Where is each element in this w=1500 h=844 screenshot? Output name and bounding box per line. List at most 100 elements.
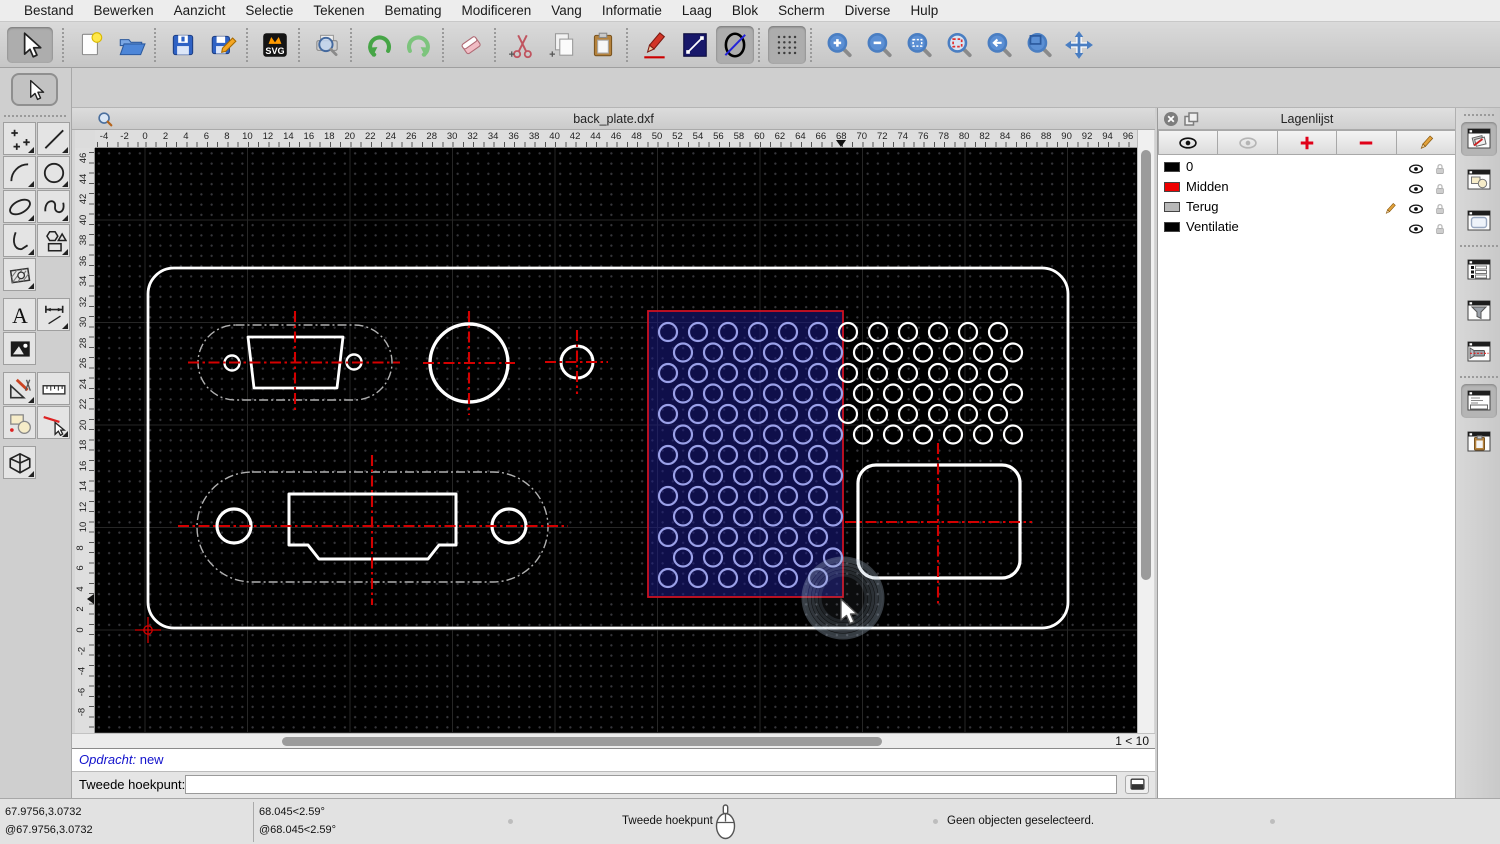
toolbar-button-eraser[interactable]	[452, 26, 490, 64]
vent-hole[interactable]	[972, 342, 994, 363]
toolbar-button-line-tool[interactable]	[676, 26, 714, 64]
drawing-canvas[interactable]	[95, 148, 1137, 733]
tool-button-draw-tools[interactable]	[3, 372, 36, 405]
tool-button-arc[interactable]	[3, 156, 36, 189]
panel-button-layer-list[interactable]	[1461, 253, 1497, 287]
menu-bewerken[interactable]: Bewerken	[84, 0, 164, 22]
menu-bestand[interactable]: Bestand	[14, 0, 84, 22]
layer-color-swatch[interactable]	[1164, 182, 1180, 192]
tool-button-image[interactable]	[3, 332, 36, 365]
vent-hole[interactable]	[927, 321, 949, 343]
menu-vang[interactable]: Vang	[541, 0, 592, 22]
layer-row-terug[interactable]: Terug	[1158, 197, 1456, 217]
tool-button-line[interactable]	[37, 122, 70, 155]
toolbar-button-save-as[interactable]	[204, 26, 242, 64]
panel-button-clipboard-panel[interactable]	[1461, 425, 1497, 459]
vent-hole[interactable]	[927, 362, 949, 384]
vent-hole[interactable]	[912, 424, 934, 445]
layer-lock-icon[interactable]	[1432, 219, 1448, 235]
layer-color-swatch[interactable]	[1164, 202, 1180, 212]
toolbar-button-ellipse-tool[interactable]	[716, 25, 754, 64]
menu-hulp[interactable]: Hulp	[900, 0, 948, 22]
menu-laag[interactable]: Laag	[672, 0, 722, 22]
menu-scherm[interactable]: Scherm	[768, 0, 835, 22]
vent-hole[interactable]	[972, 383, 994, 404]
command-line-toggle-button[interactable]	[1125, 775, 1149, 794]
panel-button-view-list[interactable]	[1461, 204, 1497, 238]
panel-button-library-browser[interactable]	[1461, 335, 1497, 369]
layer-row-0[interactable]: 0	[1158, 157, 1456, 177]
tool-button-block[interactable]	[3, 406, 36, 439]
vent-hole[interactable]	[867, 321, 889, 343]
vent-hole[interactable]	[1002, 424, 1024, 445]
vent-hole[interactable]	[987, 321, 1009, 343]
layer-row-midden[interactable]: Midden	[1158, 177, 1456, 197]
vent-hole[interactable]	[972, 424, 994, 445]
vent-hole[interactable]	[957, 403, 979, 425]
command-input[interactable]	[185, 775, 1117, 794]
tool-button-polyline[interactable]	[3, 224, 36, 257]
vent-hole[interactable]	[987, 403, 1009, 425]
layer-visibility-eye-icon[interactable]	[1408, 219, 1424, 235]
layer-row-ventilatie[interactable]: Ventilatie	[1158, 217, 1456, 237]
vent-hole[interactable]	[957, 321, 979, 343]
tool-button-points[interactable]	[3, 122, 36, 155]
vertical-scrollbar[interactable]	[1137, 130, 1154, 733]
vent-hole[interactable]	[897, 321, 919, 343]
toolbar-button-pencil[interactable]	[636, 26, 674, 64]
tool-button-shapes[interactable]	[37, 224, 70, 257]
toolbar-button-new-file[interactable]	[72, 26, 110, 64]
vent-hole[interactable]	[942, 424, 964, 445]
toolbar-button-print-preview[interactable]	[308, 26, 346, 64]
toolbar-button-zoom-selection[interactable]	[940, 26, 978, 64]
menu-aanzicht[interactable]: Aanzicht	[164, 0, 236, 22]
tool-button-modify[interactable]	[37, 406, 70, 439]
show-all-button[interactable]	[1158, 130, 1219, 155]
vent-hole[interactable]	[1002, 342, 1024, 363]
panel-button-command-line[interactable]	[1461, 384, 1497, 418]
vent-hole[interactable]	[912, 383, 934, 404]
vent-hole[interactable]	[912, 342, 934, 363]
toolbar-button-zoom-window[interactable]	[1020, 26, 1058, 64]
horizontal-scrollbar-thumb[interactable]	[282, 737, 882, 746]
toolbar-button-undo[interactable]	[360, 26, 398, 64]
horizontal-scrollbar[interactable]	[95, 734, 1095, 749]
tool-button-spline[interactable]	[37, 190, 70, 223]
toolbar-button-select[interactable]	[7, 26, 53, 63]
right-strip-handle[interactable]	[1464, 114, 1494, 116]
panel-button-selection-filter[interactable]	[1461, 294, 1497, 328]
toolbar-button-pan[interactable]	[1060, 26, 1098, 64]
layer-lock-icon[interactable]	[1432, 199, 1448, 215]
toolbar-button-zoom-in[interactable]	[820, 26, 858, 64]
edit-layer-button[interactable]	[1396, 130, 1457, 155]
vent-hole[interactable]	[897, 403, 919, 425]
menu-blok[interactable]: Blok	[722, 0, 768, 22]
panel-button-property-editor[interactable]	[1461, 122, 1497, 156]
vent-hole[interactable]	[942, 383, 964, 404]
layer-color-swatch[interactable]	[1164, 222, 1180, 232]
toolbar-button-cut[interactable]	[504, 26, 542, 64]
vent-hole[interactable]	[927, 403, 949, 425]
menu-tekenen[interactable]: Tekenen	[303, 0, 374, 22]
remove-layer-button[interactable]	[1337, 130, 1397, 155]
tool-button-text[interactable]: A	[3, 298, 36, 331]
menu-bemating[interactable]: Bemating	[374, 0, 451, 22]
menu-diverse[interactable]: Diverse	[835, 0, 901, 22]
tool-button-ellipse[interactable]	[3, 190, 36, 223]
tool-button-hatch[interactable]	[3, 258, 36, 291]
hide-all-button[interactable]	[1218, 130, 1278, 155]
toolbar-button-paste[interactable]	[584, 26, 622, 64]
layer-visibility-eye-icon[interactable]	[1408, 179, 1424, 195]
tool-button-measure[interactable]	[37, 372, 70, 405]
toolbar-button-save[interactable]	[164, 26, 202, 64]
vent-hole[interactable]	[882, 383, 904, 404]
toolbar-button-copy[interactable]	[544, 26, 582, 64]
toolbar-button-zoom-previous[interactable]	[980, 26, 1018, 64]
tool-button-select[interactable]	[11, 73, 58, 106]
layer-visibility-eye-icon[interactable]	[1408, 159, 1424, 175]
vent-hole[interactable]	[987, 362, 1009, 384]
toolbar-button-redo[interactable]	[400, 26, 438, 64]
layer-lock-icon[interactable]	[1432, 159, 1448, 175]
vent-hole[interactable]	[942, 342, 964, 363]
add-layer-button[interactable]	[1277, 130, 1338, 155]
